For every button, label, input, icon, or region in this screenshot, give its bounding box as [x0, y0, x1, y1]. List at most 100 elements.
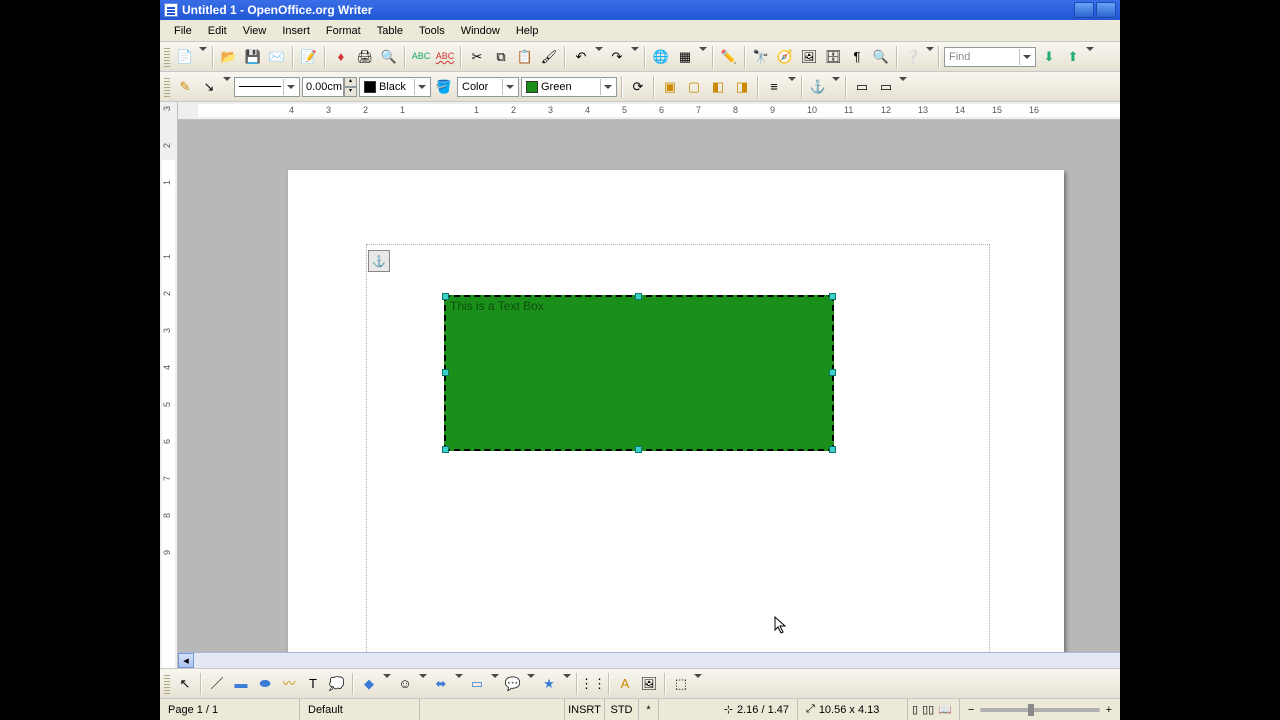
flowchart-dropdown[interactable]	[490, 673, 500, 695]
copy-button[interactable]: ⧉	[490, 46, 512, 68]
status-insert[interactable]: INSRT	[565, 699, 605, 720]
to-background-button[interactable]: ▢	[683, 76, 705, 98]
table-dropdown[interactable]	[698, 46, 708, 68]
email-button[interactable]: ✉️	[266, 46, 288, 68]
zoom-thumb[interactable]	[1028, 704, 1034, 716]
flowchart-tool[interactable]: ▭	[466, 673, 488, 695]
format-paintbrush-button[interactable]: 🖌	[538, 46, 560, 68]
drawbar-options[interactable]	[694, 673, 702, 695]
undo-button[interactable]: ↶	[570, 46, 592, 68]
redo-button[interactable]: ↷	[606, 46, 628, 68]
vertical-ruler[interactable]: 321123456789	[160, 102, 178, 668]
block-arrows-dropdown[interactable]	[454, 673, 464, 695]
status-sig[interactable]: *	[639, 699, 659, 720]
save-button[interactable]: 💾	[242, 46, 264, 68]
menu-file[interactable]: File	[166, 23, 200, 39]
gallery-button[interactable]: 🖼	[798, 46, 820, 68]
horizontal-scrollbar[interactable]: ◂	[178, 652, 1120, 668]
book-icon[interactable]: 📖	[936, 703, 954, 716]
line-width-value[interactable]: 0.00cm	[302, 77, 344, 97]
zoom-button[interactable]: 🔍	[870, 46, 892, 68]
page-preview-button[interactable]: 🔍	[378, 46, 400, 68]
status-sel[interactable]: STD	[605, 699, 639, 720]
toolbar-grip[interactable]	[164, 77, 170, 97]
resize-handle-bl[interactable]	[442, 446, 449, 453]
document-canvas[interactable]: ⚓ This is a Text Box	[178, 120, 1120, 652]
extrusion-button[interactable]: ⬚	[670, 673, 692, 695]
findbar-options[interactable]	[1086, 46, 1094, 68]
freeform-tool[interactable]: 〰	[278, 673, 300, 695]
fontwork-button[interactable]: A	[614, 673, 636, 695]
resize-handle-b[interactable]	[635, 446, 642, 453]
resize-handle-t[interactable]	[635, 293, 642, 300]
block-arrows-tool[interactable]: ⬌	[430, 673, 452, 695]
line-color-select[interactable]: Black	[359, 77, 431, 97]
anchor-marker[interactable]: ⚓	[368, 250, 390, 272]
basic-shapes-tool[interactable]: ◆	[358, 673, 380, 695]
callout-tool[interactable]: 💭	[326, 673, 348, 695]
fill-color-select[interactable]: Green	[521, 77, 617, 97]
menu-format[interactable]: Format	[318, 23, 369, 39]
area-button[interactable]: 🪣	[433, 76, 455, 98]
menu-help[interactable]: Help	[508, 23, 547, 39]
menu-window[interactable]: Window	[453, 23, 508, 39]
paste-button[interactable]: 📋	[514, 46, 536, 68]
text-tool[interactable]: T	[302, 673, 324, 695]
find-prev-button[interactable]: ⬆	[1062, 46, 1084, 68]
titlebar[interactable]: Untitled 1 - OpenOffice.org Writer	[160, 0, 1120, 20]
line-style-select[interactable]	[234, 77, 300, 97]
new-button[interactable]: 📄	[174, 46, 196, 68]
find-input[interactable]: Find	[944, 47, 1036, 67]
zoom-out-icon[interactable]: −	[968, 704, 974, 716]
resize-handle-r[interactable]	[829, 369, 836, 376]
show-draw-button[interactable]: ✏️	[718, 46, 740, 68]
zoom-in-icon[interactable]: +	[1106, 704, 1112, 716]
menu-edit[interactable]: Edit	[200, 23, 235, 39]
help-button[interactable]: ❔	[902, 46, 924, 68]
toolbar-grip[interactable]	[164, 674, 170, 694]
spin-down[interactable]: ▾	[344, 87, 357, 97]
menu-tools[interactable]: Tools	[411, 23, 453, 39]
cut-button[interactable]: ✂	[466, 46, 488, 68]
to-foreground-button[interactable]: ▣	[659, 76, 681, 98]
status-page[interactable]: Page 1 / 1	[160, 699, 300, 720]
zoom-slider[interactable]	[980, 708, 1099, 712]
edit-file-button[interactable]: 📝	[298, 46, 320, 68]
ellipse-tool[interactable]: ⬬	[254, 673, 276, 695]
redo-dropdown[interactable]	[630, 46, 640, 68]
fill-style-select[interactable]: Color	[457, 77, 519, 97]
points-button[interactable]: ⋮⋮	[582, 673, 604, 695]
resize-handle-tr[interactable]	[829, 293, 836, 300]
menu-insert[interactable]: Insert	[274, 23, 318, 39]
group-button[interactable]: ▭	[875, 76, 897, 98]
autospellcheck-button[interactable]: ABC	[434, 46, 456, 68]
status-size-cell[interactable]: ⤢ 10.56 x 4.13	[798, 699, 908, 720]
line-button[interactable]: ↘	[198, 76, 220, 98]
find-replace-button[interactable]: 🔭	[750, 46, 772, 68]
open-button[interactable]: 📂	[218, 46, 240, 68]
undo-dropdown[interactable]	[594, 46, 604, 68]
export-pdf-button[interactable]: ♦	[330, 46, 352, 68]
print-button[interactable]: 🖨	[354, 46, 376, 68]
page[interactable]: ⚓ This is a Text Box	[288, 170, 1064, 652]
stars-dropdown[interactable]	[562, 673, 572, 695]
navigator-button[interactable]: 🧭	[774, 46, 796, 68]
status-lang[interactable]	[420, 699, 565, 720]
hyperlink-button[interactable]: 🌐	[650, 46, 672, 68]
menu-view[interactable]: View	[235, 23, 275, 39]
resize-handle-tl[interactable]	[442, 293, 449, 300]
callouts-tool[interactable]: 💬	[502, 673, 524, 695]
objectbar-options[interactable]	[899, 76, 907, 98]
status-pos-cell[interactable]: ⊹ 2.16 / 1.47	[659, 699, 798, 720]
multi-page-icon[interactable]: ▯▯	[920, 703, 936, 716]
toolbar-grip[interactable]	[164, 47, 170, 67]
menu-table[interactable]: Table	[369, 23, 411, 39]
line-tool[interactable]: ／	[206, 673, 228, 695]
symbol-shapes-tool[interactable]: ☺	[394, 673, 416, 695]
spin-up[interactable]: ▴	[344, 77, 357, 87]
view-layout[interactable]: ▯ ▯▯ 📖	[908, 699, 960, 720]
ungroup-button[interactable]: ▭	[851, 76, 873, 98]
alignment-button[interactable]: ≡	[763, 76, 785, 98]
horizontal-ruler[interactable]: 432112345678910111213141516	[178, 102, 1120, 120]
edit-points-button[interactable]: ✎	[174, 76, 196, 98]
